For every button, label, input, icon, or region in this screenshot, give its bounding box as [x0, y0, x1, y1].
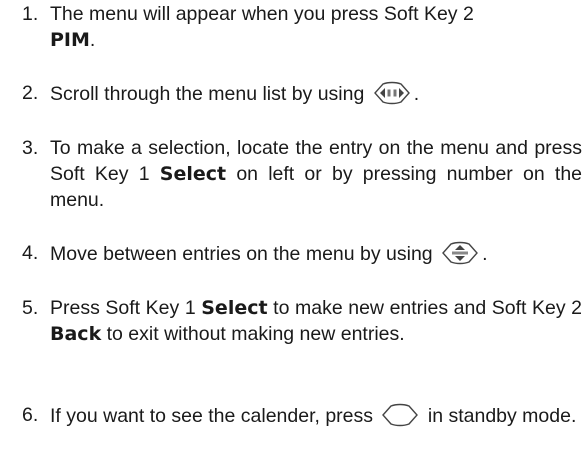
step-text: The menu will appear when you press Soft…	[50, 3, 474, 25]
left-right-navigation-key-icon	[372, 80, 412, 106]
step-number: 3.	[22, 137, 39, 159]
soft-key-label-select: Select	[201, 297, 268, 319]
step-text: Move between entries on the menu by usin…	[50, 243, 433, 265]
soft-key-label-back: Back	[50, 323, 102, 345]
step-text: Press Soft Key 1	[50, 297, 196, 319]
step-number: 5.	[22, 297, 39, 319]
step-text-end: .	[482, 243, 488, 265]
soft-key-label-pim: PIM	[50, 29, 90, 51]
step-text-end: .	[413, 83, 420, 105]
up-down-navigation-key-icon	[440, 240, 480, 266]
step-number: 6.	[22, 404, 39, 426]
step-6: 6. If you want to see the calender, pres…	[22, 402, 576, 429]
step-number: 2.	[22, 82, 39, 104]
step-text: Scroll through the menu list by using	[50, 83, 365, 105]
step-text-end: to exit without making new entries.	[106, 323, 405, 345]
step-2: 2. Scroll through the menu list by using…	[22, 80, 419, 107]
step-text-middle: to make new entries and Soft Key 2	[273, 297, 583, 319]
down-navigation-key-icon	[380, 402, 420, 428]
step-text: If you want to see the calender, press	[50, 405, 374, 427]
step-number: 4.	[22, 242, 39, 264]
step-5: 5. Press Soft Key 1 Select to make new e…	[22, 295, 582, 347]
step-number: 1.	[22, 3, 39, 25]
step-text-end: .	[89, 29, 96, 51]
step-3: 3. To make a selection, locate the entry…	[22, 135, 582, 213]
step-1: 1. The menu will appear when you press S…	[22, 1, 474, 53]
step-text-end: in standby mode.	[427, 405, 577, 427]
step-4: 4. Move between entries on the menu by u…	[22, 240, 488, 267]
soft-key-label-select: Select	[159, 163, 227, 185]
